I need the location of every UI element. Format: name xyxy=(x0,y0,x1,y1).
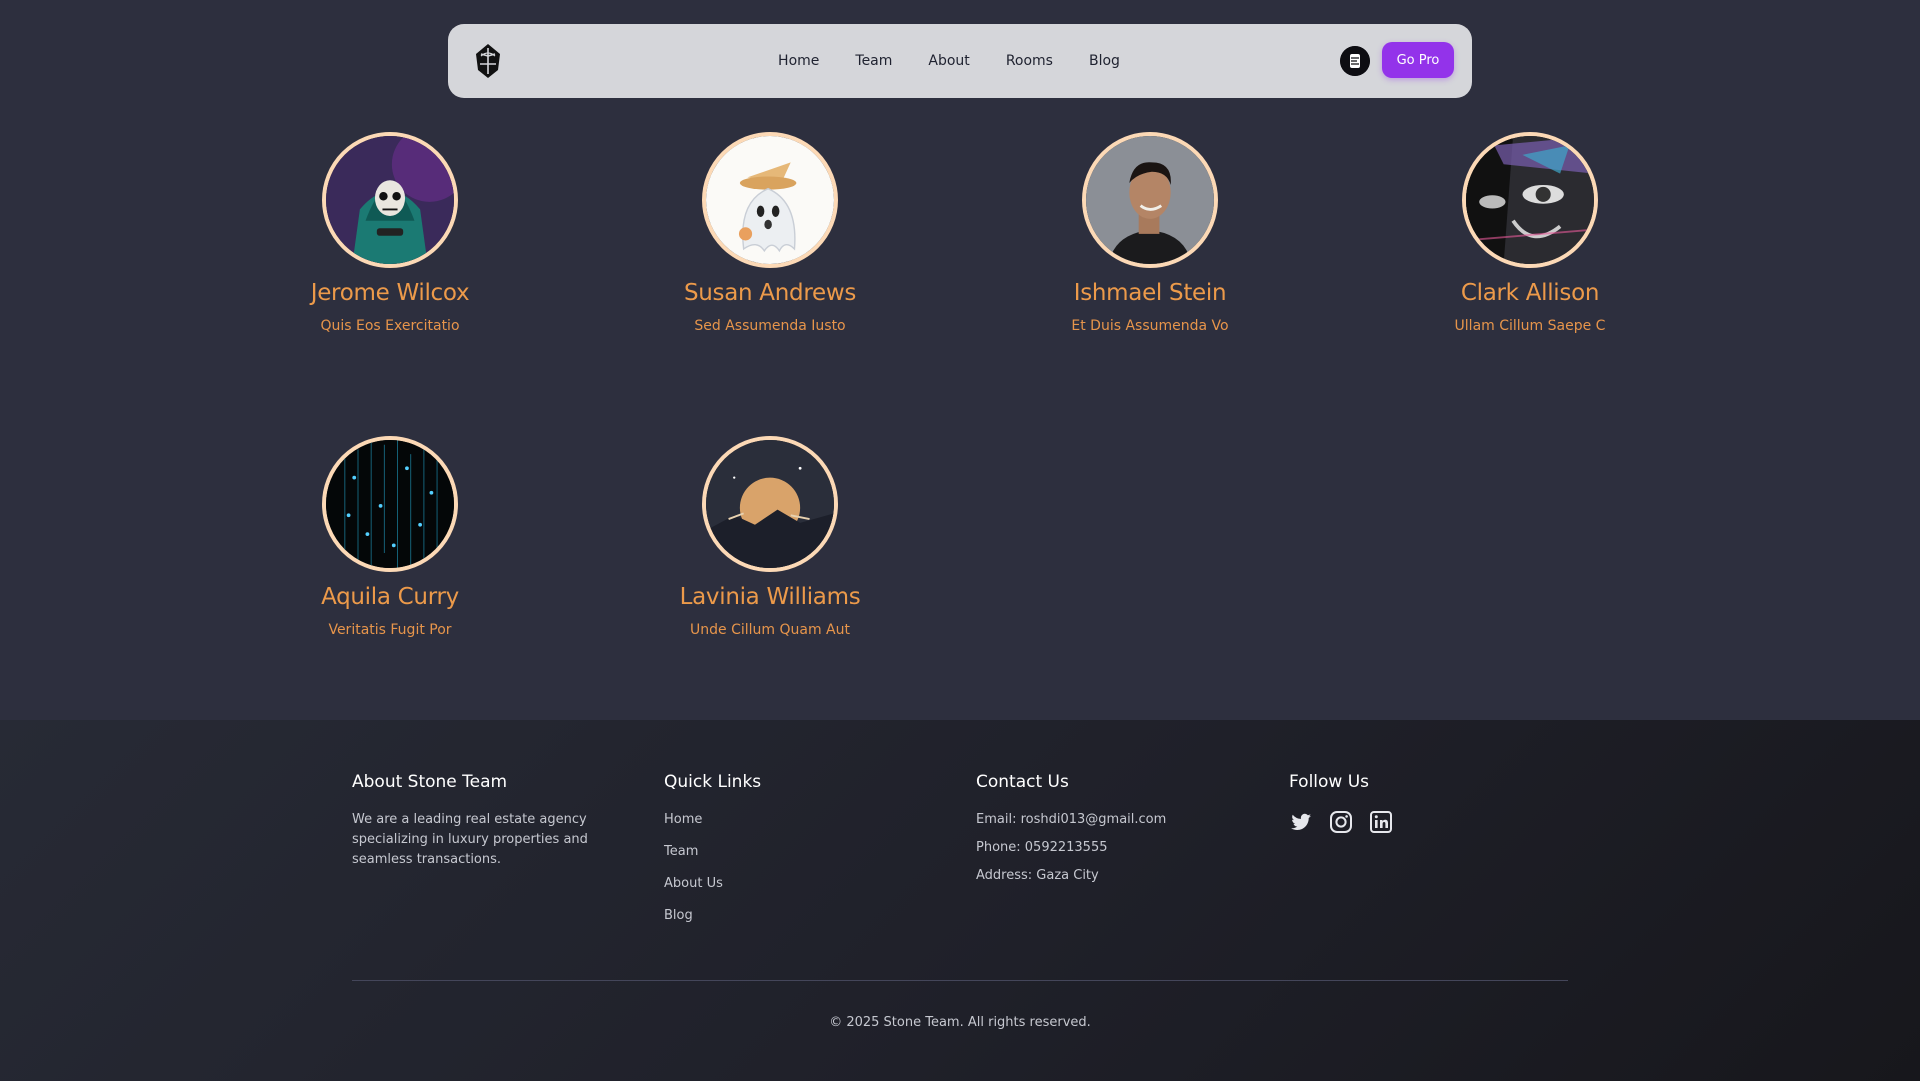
team-member-card: Lavinia Williams Unde Cillum Quam Aut xyxy=(650,436,890,638)
contact-email[interactable]: Email: roshdi013@gmail.com xyxy=(976,810,1166,830)
nav-link-rooms[interactable]: Rooms xyxy=(988,53,1071,69)
linkedin-icon[interactable] xyxy=(1369,810,1393,834)
member-avatar[interactable] xyxy=(702,132,838,268)
team-member-card: Jerome Wilcox Quis Eos Exercitatio xyxy=(270,132,510,334)
member-name: Jerome Wilcox xyxy=(310,280,470,306)
footer-contact-title: Contact Us xyxy=(976,772,1069,792)
footer-about: About Stone Team We are a leading real e… xyxy=(352,772,642,870)
member-avatar[interactable] xyxy=(322,132,458,268)
footer-contact: Contact Us Email: roshdi013@gmail.com Ph… xyxy=(976,772,1166,894)
member-name: Susan Andrews xyxy=(683,280,857,306)
site-footer: About Stone Team We are a leading real e… xyxy=(0,720,1920,1081)
team-member-card: Clark Allison Ullam Cillum Saepe C xyxy=(1410,132,1650,334)
member-role: Unde Cillum Quam Aut xyxy=(690,622,850,638)
twitter-icon[interactable] xyxy=(1289,810,1313,834)
instagram-icon[interactable] xyxy=(1329,810,1353,834)
footer-link-about-us[interactable]: About Us xyxy=(664,874,761,894)
team-member-card: Ishmael Stein Et Duis Assumenda Vo xyxy=(1030,132,1270,334)
contact-phone[interactable]: Phone: 0592213555 xyxy=(976,838,1166,858)
social-icons xyxy=(1289,810,1393,834)
member-avatar[interactable] xyxy=(1082,132,1218,268)
team-member-card: Aquila Curry Veritatis Fugit Por xyxy=(270,436,510,638)
member-avatar[interactable] xyxy=(322,436,458,572)
footer-link-team[interactable]: Team xyxy=(664,842,761,862)
footer-about-text: We are a leading real estate agency spec… xyxy=(352,812,588,867)
team-member-card: Susan Andrews Sed Assumenda Iusto xyxy=(650,132,890,334)
nav-link-team[interactable]: Team xyxy=(837,53,910,69)
go-pro-button[interactable]: Go Pro xyxy=(1382,42,1454,78)
member-avatar[interactable] xyxy=(702,436,838,572)
user-avatar-icon[interactable] xyxy=(1340,46,1370,76)
member-name: Aquila Curry xyxy=(321,584,459,610)
member-name: Lavinia Williams xyxy=(679,584,861,610)
member-name: Clark Allison xyxy=(1460,280,1600,306)
member-role: Veritatis Fugit Por xyxy=(328,622,452,638)
member-role: Ullam Cillum Saepe C xyxy=(1454,318,1606,334)
footer-link-blog[interactable]: Blog xyxy=(664,906,761,926)
footer-quick-links-title: Quick Links xyxy=(664,772,762,792)
member-avatar[interactable] xyxy=(1462,132,1598,268)
footer-follow: Follow Us xyxy=(1289,772,1393,834)
nav-link-about[interactable]: About xyxy=(910,53,987,69)
footer-about-title: About Stone Team xyxy=(352,772,508,792)
copyright-text: © 2025 Stone Team. All rights reserved. xyxy=(829,1015,1091,1030)
member-role: Sed Assumenda Iusto xyxy=(694,318,846,334)
nav-link-blog[interactable]: Blog xyxy=(1071,53,1138,69)
nav-link-home[interactable]: Home xyxy=(760,53,837,69)
nav-links: Home Team About Rooms Blog xyxy=(448,24,1472,98)
member-name: Ishmael Stein xyxy=(1073,280,1227,306)
footer-follow-title: Follow Us xyxy=(1289,772,1370,792)
member-role: Quis Eos Exercitatio xyxy=(320,318,460,334)
contact-address: Address: Gaza City xyxy=(976,868,1099,883)
footer-divider xyxy=(352,980,1568,981)
member-role: Et Duis Assumenda Vo xyxy=(1071,318,1229,334)
footer-link-home[interactable]: Home xyxy=(664,810,761,830)
top-navbar: Home Team About Rooms Blog Go Pro xyxy=(448,24,1472,98)
footer-quick-links: Quick Links Home Team About Us Blog xyxy=(664,772,761,938)
